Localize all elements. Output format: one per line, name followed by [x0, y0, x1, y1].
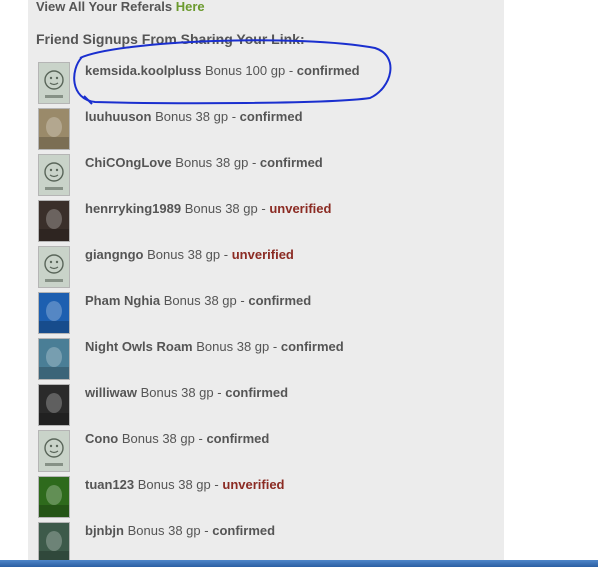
separator: -: [214, 477, 219, 492]
referral-row: giangngo Bonus 38 gp - unverified: [38, 246, 478, 290]
referral-name[interactable]: Cono: [85, 431, 118, 446]
separator: -: [198, 431, 203, 446]
referral-row: tuan123 Bonus 38 gp - unverified: [38, 476, 478, 520]
avatar[interactable]: [38, 292, 70, 334]
referral-name[interactable]: Pham Nghia: [85, 293, 160, 308]
separator: -: [288, 63, 294, 78]
referral-row: williwaw Bonus 38 gp - confirmed: [38, 384, 478, 428]
referral-text: giangngo Bonus 38 gp - unverified: [85, 247, 294, 262]
referral-status: confirmed: [225, 385, 289, 400]
referral-name[interactable]: tuan123: [85, 477, 134, 492]
referral-bonus: Bonus 38 gp: [121, 431, 195, 446]
referral-bonus: Bonus 38 gp: [184, 201, 258, 216]
separator: -: [223, 247, 229, 262]
avatar[interactable]: [38, 200, 70, 242]
section-title: Friend Signups From Sharing Your Link:: [36, 31, 305, 47]
referral-bonus: Bonus 38 gp: [196, 339, 270, 354]
separator: -: [217, 385, 222, 400]
referral-text: kemsida.koolpluss Bonus 100 gp - confirm…: [85, 63, 360, 78]
here-link[interactable]: Here: [176, 0, 205, 14]
view-all-label: View All Your Referals: [36, 0, 173, 14]
no-photo-icon[interactable]: [38, 154, 70, 196]
referral-status: confirmed: [239, 109, 303, 124]
referral-bonus: Bonus 100 gp: [204, 63, 286, 78]
taskbar: [0, 560, 598, 567]
referral-status: confirmed: [259, 155, 323, 170]
no-photo-icon[interactable]: [38, 430, 70, 472]
referral-status: unverified: [269, 201, 332, 216]
referral-text: Cono Bonus 38 gp - confirmed: [85, 431, 269, 446]
referral-status: confirmed: [206, 431, 270, 446]
referral-row: luuhuuson Bonus 38 gp - confirmed: [38, 108, 478, 152]
referral-name[interactable]: bjnbjn: [85, 523, 124, 538]
referral-text: luuhuuson Bonus 38 gp - confirmed: [85, 109, 303, 124]
separator: -: [272, 339, 278, 354]
no-photo-icon[interactable]: [38, 62, 70, 104]
referral-text: Pham Nghia Bonus 38 gp - confirmed: [85, 293, 311, 308]
avatar[interactable]: [38, 476, 70, 518]
referral-text: ChiCOngLove Bonus 38 gp - confirmed: [85, 155, 323, 170]
referral-row: Cono Bonus 38 gp - confirmed: [38, 430, 478, 474]
referral-row: henrryking1989 Bonus 38 gp - unverified: [38, 200, 478, 244]
separator: -: [231, 109, 237, 124]
referral-row: Pham Nghia Bonus 38 gp - confirmed: [38, 292, 478, 336]
referral-text: Night Owls Roam Bonus 38 gp - confirmed: [85, 339, 344, 354]
referral-name[interactable]: luuhuuson: [85, 109, 151, 124]
referral-bonus: Bonus 38 gp: [140, 385, 214, 400]
referral-row: kemsida.koolpluss Bonus 100 gp - confirm…: [38, 62, 478, 106]
view-all-referrals: View All Your Referals Here: [36, 0, 205, 14]
referral-text: tuan123 Bonus 38 gp - unverified: [85, 477, 285, 492]
referral-text: williwaw Bonus 38 gp - confirmed: [85, 385, 288, 400]
referral-name[interactable]: Night Owls Roam: [85, 339, 193, 354]
no-photo-icon[interactable]: [38, 246, 70, 288]
separator: -: [240, 293, 245, 308]
referral-status: confirmed: [212, 523, 276, 538]
referral-bonus: Bonus 38 gp: [137, 477, 211, 492]
referral-status: unverified: [231, 247, 294, 262]
referral-row: ChiCOngLove Bonus 38 gp - confirmed: [38, 154, 478, 198]
referral-name[interactable]: giangngo: [85, 247, 144, 262]
referral-name[interactable]: kemsida.koolpluss: [85, 63, 201, 78]
referral-name[interactable]: henrryking1989: [85, 201, 181, 216]
referral-bonus: Bonus 38 gp: [155, 109, 229, 124]
referral-bonus: Bonus 38 gp: [127, 523, 201, 538]
referral-bonus: Bonus 38 gp: [175, 155, 249, 170]
avatar[interactable]: [38, 522, 70, 564]
separator: -: [261, 201, 266, 216]
separator: -: [251, 155, 257, 170]
referral-name[interactable]: ChiCOngLove: [85, 155, 172, 170]
referral-status: confirmed: [248, 293, 312, 308]
referral-bonus: Bonus 38 gp: [163, 293, 237, 308]
referral-text: henrryking1989 Bonus 38 gp - unverified: [85, 201, 331, 216]
avatar[interactable]: [38, 338, 70, 380]
avatar[interactable]: [38, 108, 70, 150]
referral-status: confirmed: [280, 339, 344, 354]
referral-text: bjnbjn Bonus 38 gp - confirmed: [85, 523, 275, 538]
referral-bonus: Bonus 38 gp: [147, 247, 221, 262]
referral-row: Night Owls Roam Bonus 38 gp - confirmed: [38, 338, 478, 382]
referral-status: unverified: [222, 477, 285, 492]
avatar[interactable]: [38, 384, 70, 426]
separator: -: [204, 523, 209, 538]
referral-status: confirmed: [296, 63, 360, 78]
referral-name[interactable]: williwaw: [85, 385, 137, 400]
